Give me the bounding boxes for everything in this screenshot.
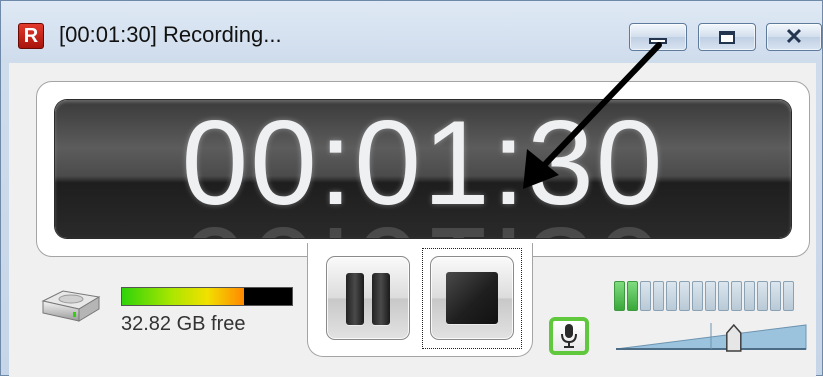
volume-slider[interactable]	[614, 319, 808, 353]
stop-button[interactable]	[430, 256, 514, 340]
level-meter-segment	[757, 281, 768, 311]
stop-icon	[446, 272, 498, 324]
disk-free-label: 32.82 GB free	[121, 313, 246, 335]
minimize-icon	[649, 38, 667, 44]
level-meter-segment	[783, 281, 794, 311]
level-meter-segment	[731, 281, 742, 311]
level-meter-segment	[627, 281, 638, 311]
timer-display: 00:01:30 00:01:30	[55, 100, 791, 238]
level-meter-segment	[679, 281, 690, 311]
level-meter-segment	[614, 281, 625, 311]
window-title: [00:01:30] Recording...	[59, 22, 282, 47]
level-meter-segment	[718, 281, 729, 311]
level-meter-segment	[653, 281, 664, 311]
pause-button[interactable]	[326, 256, 410, 340]
microphone-icon	[561, 324, 577, 348]
control-tray	[307, 243, 533, 357]
level-meter-segment	[744, 281, 755, 311]
level-meter-segment	[692, 281, 703, 311]
hard-drive-icon	[41, 290, 101, 322]
maximize-icon	[719, 30, 735, 44]
close-button[interactable]: ✕	[766, 23, 822, 51]
app-icon[interactable]: R	[18, 23, 44, 49]
minimize-button[interactable]	[629, 23, 687, 51]
disk-space-bar	[121, 287, 293, 306]
elapsed-time: 00:01:30	[181, 100, 665, 230]
disk-space-fill	[122, 288, 245, 305]
pause-icon-bar	[372, 273, 390, 325]
maximize-button[interactable]	[698, 23, 756, 51]
microphone-toggle[interactable]	[549, 317, 589, 355]
pause-icon	[346, 273, 364, 325]
level-meter-segment	[640, 281, 651, 311]
level-meter-segment	[666, 281, 677, 311]
volume-slider-thumb[interactable]	[726, 323, 742, 352]
audio-level-meter	[614, 281, 808, 311]
level-meter-segment	[705, 281, 716, 311]
timer-frame: 00:01:30 00:01:30	[36, 81, 810, 257]
close-icon: ✕	[784, 24, 804, 49]
level-meter-segment	[770, 281, 781, 311]
title-bar[interactable]: R [00:01:30] Recording... ✕	[1, 1, 823, 63]
recorder-panel: 00:01:30 00:01:30	[9, 63, 816, 377]
recorder-window: R [00:01:30] Recording... ✕ 00:01:30 00:…	[0, 0, 823, 377]
